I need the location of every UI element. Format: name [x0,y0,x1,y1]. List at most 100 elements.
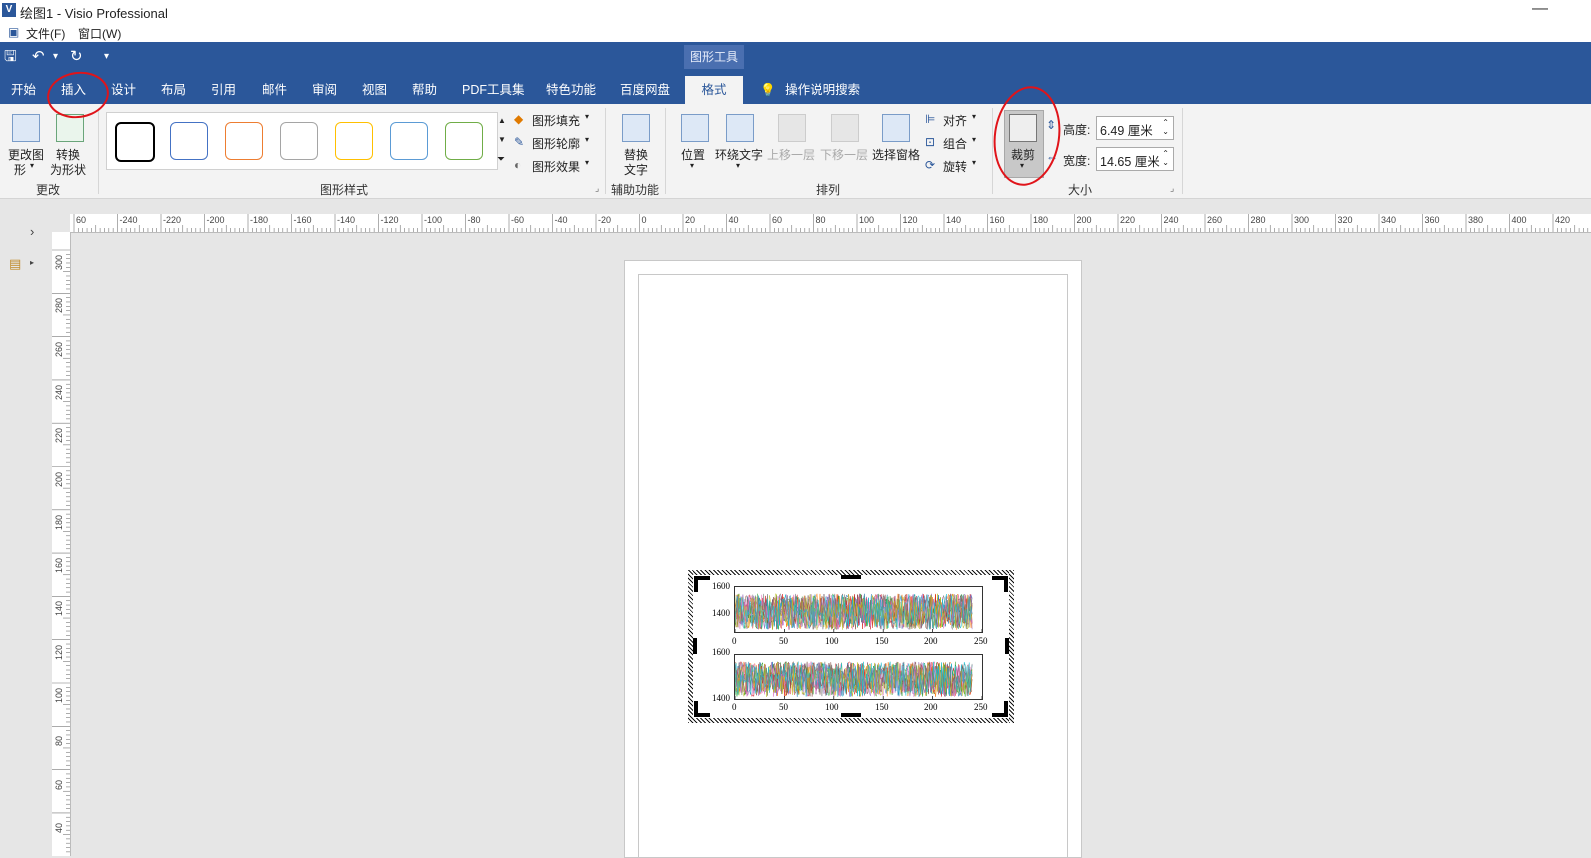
rotate-button[interactable]: 旋转 [943,158,967,175]
expand-panel-icon[interactable]: › [30,224,34,239]
tab-special-features[interactable]: 特色功能 [546,78,596,102]
tab-review[interactable]: 审阅 [312,78,337,102]
style-swatch[interactable] [335,122,373,160]
selection-pane-icon[interactable] [882,114,910,142]
gallery-scroll-down-icon[interactable]: ▼ [498,135,506,144]
chevron-down-icon[interactable]: ▾ [972,112,976,121]
alt-text-icon[interactable] [622,114,650,142]
undo-icon[interactable]: ↶ [32,46,45,68]
crop-handle[interactable] [841,713,861,717]
chart-2-xtick: 200 [924,702,938,712]
crop-handle[interactable] [1005,638,1009,654]
page-margin-guide [638,274,1068,857]
width-label: 宽度: [1063,154,1091,168]
ruler-label: 180 [1033,215,1049,225]
crop-handle[interactable] [841,575,861,579]
style-swatch[interactable] [445,122,483,160]
dialog-launcher-icon[interactable]: ⌟ [595,183,599,194]
crop-handle[interactable] [1004,701,1008,717]
chart-2-xtick: 0 [732,702,737,712]
chart-1-plot-area [734,586,983,633]
style-swatch[interactable] [280,122,318,160]
spin-arrows-icon[interactable]: ⌃ ⌄ [1162,118,1169,136]
crop-handle[interactable] [694,701,698,717]
shapes-folder-icon[interactable]: ▤ [9,256,21,272]
dropdown-arrow-icon[interactable]: ▾ [30,161,34,170]
tab-layout[interactable]: 布局 [161,78,186,102]
ruler-label: 280 [54,298,64,314]
chevron-down-icon[interactable]: ▾ [585,112,589,121]
ruler-label: -160 [293,215,312,225]
alt-text-label-2[interactable]: 文字 [624,161,648,178]
ruler-label: 300 [54,254,64,270]
save-icon[interactable]: 🖫 [4,46,17,68]
ruler-label: 140 [54,601,64,617]
menu-window[interactable]: 窗口(W) [78,25,121,42]
tab-baidu-netdisk[interactable]: 百度网盘 [620,78,670,102]
chevron-down-icon[interactable]: ▾ [972,135,976,144]
send-backward-icon [831,114,859,142]
tab-mailings[interactable]: 邮件 [262,78,287,102]
tab-references[interactable]: 引用 [211,78,236,102]
horizontal-ruler: 60 -240 -220 -200 -180 -160 -140 -120 -100 -80 -60… [70,214,1591,233]
tab-format[interactable]: 格式 [685,76,743,104]
chart-picture[interactable]: 1600 1400 0 50 100 150 200 250 1600 1400… [688,570,1014,723]
convert-label-2[interactable]: 为形状 [50,161,86,178]
chevron-down-icon[interactable]: ▾ [585,158,589,167]
tell-me-search[interactable]: 💡 操作说明搜索 [760,78,860,102]
height-input[interactable]: 6.49 厘米 ⌃ ⌄ [1096,116,1174,140]
change-shape-label-2[interactable]: 形 [14,161,26,178]
tab-home[interactable]: 开始 [11,78,36,102]
ruler-label: 260 [1207,215,1223,225]
tab-view[interactable]: 视图 [362,78,387,102]
menu-file[interactable]: 文件(F) [26,25,65,42]
chevron-down-icon[interactable]: ▾ [736,161,740,170]
chevron-down-icon[interactable]: ▾ [972,158,976,167]
chevron-right-icon[interactable]: ▸ [30,258,34,267]
spin-arrows-icon[interactable]: ⌃ ⌄ [1162,149,1169,167]
chart-1-ytick: 1600 [712,581,730,591]
style-swatch[interactable] [390,122,428,160]
style-swatch[interactable] [225,122,263,160]
group-button[interactable]: 组合 [943,135,967,152]
shape-outline-button[interactable]: 图形轮廓 [532,135,580,152]
chart-2-xtick: 150 [875,702,889,712]
shape-fill-button[interactable]: 图形填充 [532,112,580,129]
ruler-label: 240 [1163,215,1179,225]
align-button[interactable]: 对齐 [943,112,967,129]
gallery-more-icon[interactable]: ⏷ [497,154,505,165]
wrap-text-icon[interactable] [726,114,754,142]
ruler-label: -220 [163,215,182,225]
shape-effect-button[interactable]: 图形效果 [532,158,580,175]
undo-dropdown-icon[interactable]: ▾ [53,46,58,68]
selection-pane-button[interactable]: 选择窗格 [872,146,920,163]
style-swatch[interactable] [170,122,208,160]
chevron-down-icon[interactable]: ▾ [690,161,694,170]
ruler-label: 220 [54,428,64,444]
ruler-label: 300 [1294,215,1310,225]
crop-handle[interactable] [1004,576,1008,592]
chevron-down-icon[interactable]: ▾ [585,135,589,144]
tab-help[interactable]: 帮助 [412,78,437,102]
position-icon[interactable] [681,114,709,142]
width-input[interactable]: 14.65 厘米 ⌃ ⌄ [1096,147,1174,171]
chart-2-lines [735,660,982,699]
gallery-scroll-up-icon[interactable]: ▲ [498,116,506,125]
redo-icon[interactable]: ↻ [70,46,83,68]
ruler-label: 80 [54,736,64,747]
tab-pdf-tools[interactable]: PDF工具集 [462,78,525,102]
minimize-button[interactable]: — [1532,0,1548,18]
style-swatch[interactable] [115,122,155,162]
crop-handle[interactable] [694,576,698,592]
convert-shape-icon[interactable] [56,114,84,142]
crop-handle[interactable] [693,638,697,654]
dialog-launcher-icon[interactable]: ⌟ [1170,183,1174,194]
ruler-label: 60 [54,779,64,790]
change-shape-icon[interactable] [12,114,40,142]
width-value: 14.65 厘米 [1100,155,1160,169]
chart-1-ytick: 1400 [712,608,730,618]
group-label-size: 大小 [1068,183,1093,197]
customize-qat-icon[interactable]: ▾ [104,46,109,68]
chart-2-plot-area [734,654,983,700]
tab-design[interactable]: 设计 [111,78,136,102]
